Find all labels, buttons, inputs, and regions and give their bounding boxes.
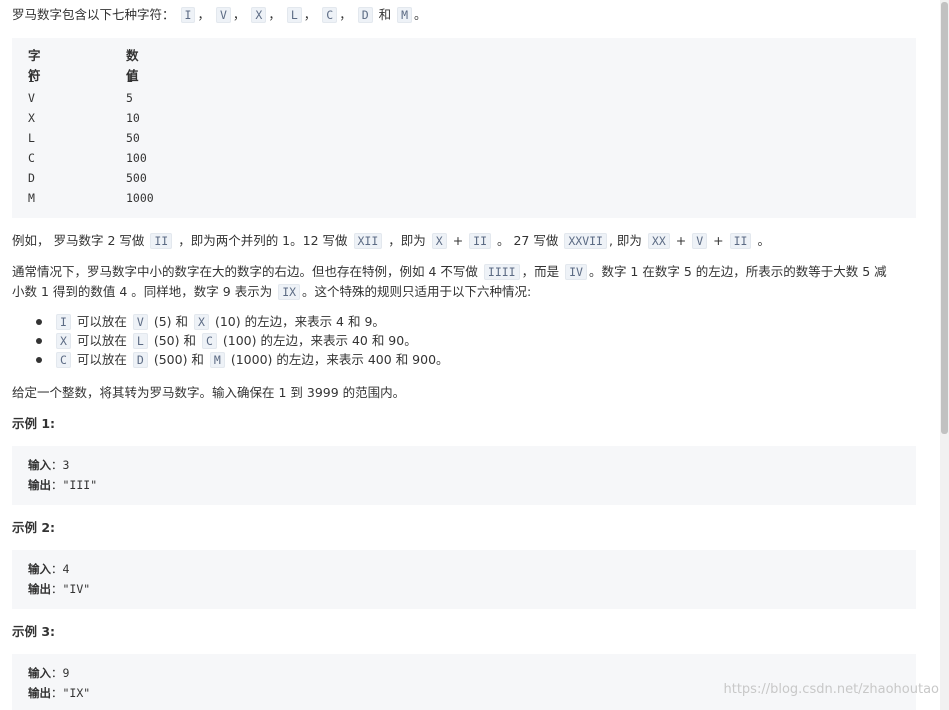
- code-D: D: [357, 7, 373, 23]
- task-statement: 给定一个整数，将其转为罗马数字。输入确保在 1 到 3999 的范围内。: [12, 385, 406, 400]
- list-item: I 可以放在 V (5) 和 X (10) 的左边，来表示 4 和 9。: [12, 312, 449, 331]
- example-2-title: 示例 2:: [12, 520, 56, 535]
- code-X: X: [251, 7, 267, 23]
- example-paragraph: 例如， 罗马数字 2 写做 II ，即为两个并列的 1。12 写做 XII ，即…: [12, 233, 770, 249]
- rules-list: I 可以放在 V (5) 和 X (10) 的左边，来表示 4 和 9。 X 可…: [12, 312, 449, 369]
- example-1-title: 示例 1:: [12, 416, 56, 431]
- list-item: X 可以放在 L (50) 和 C (100) 的左边，来表示 40 和 90。: [12, 331, 449, 350]
- list-item: C 可以放在 D (500) 和 M (1000) 的左边，来表示 400 和 …: [12, 350, 449, 369]
- example-input: 输入：9: [28, 666, 70, 680]
- example-output: 输出："III": [28, 478, 98, 492]
- intro-line: 罗马数字包含以下七种字符： I， V， X， L， C， D 和 M。: [12, 7, 427, 23]
- example-2-block: 输入：4 输出："IV": [12, 550, 916, 609]
- rule-paragraph-line-1: 通常情况下，罗马数字中小的数字在大的数字的右边。但也存在特例，例如 4 不写做 …: [12, 264, 887, 280]
- bullet-icon: [36, 357, 42, 363]
- bullet-icon: [36, 338, 42, 344]
- example-input: 输入：3: [28, 458, 70, 472]
- vertical-scrollbar[interactable]: [940, 0, 949, 710]
- code-M: M: [397, 7, 413, 23]
- code-C: C: [322, 7, 338, 23]
- rule-paragraph-line-2: 小数 1 得到的数值 4 。同样地，数字 9 表示为 IX 。这个特殊的规则只适用…: [12, 284, 532, 300]
- bullet-icon: [36, 319, 42, 325]
- example-output: 输出："IV": [28, 582, 91, 596]
- example-3-title: 示例 3:: [12, 624, 56, 639]
- intro-text: 罗马数字包含以下七种字符：: [12, 7, 175, 22]
- watermark: https://blog.csdn.net/zhaohoutao: [723, 682, 940, 697]
- code-I: I: [180, 7, 196, 23]
- symbol-table: 字符 数值 I1 V5 X 10 L 50 C 100 D 500 M 1000: [12, 38, 916, 218]
- scrollbar-thumb[interactable]: [941, 2, 948, 434]
- code-V: V: [215, 7, 231, 23]
- example-output: 输出："IX": [28, 686, 91, 700]
- code-L: L: [286, 7, 302, 23]
- example-input: 输入：4: [28, 562, 70, 576]
- example-1-block: 输入：3 输出："III": [12, 446, 916, 505]
